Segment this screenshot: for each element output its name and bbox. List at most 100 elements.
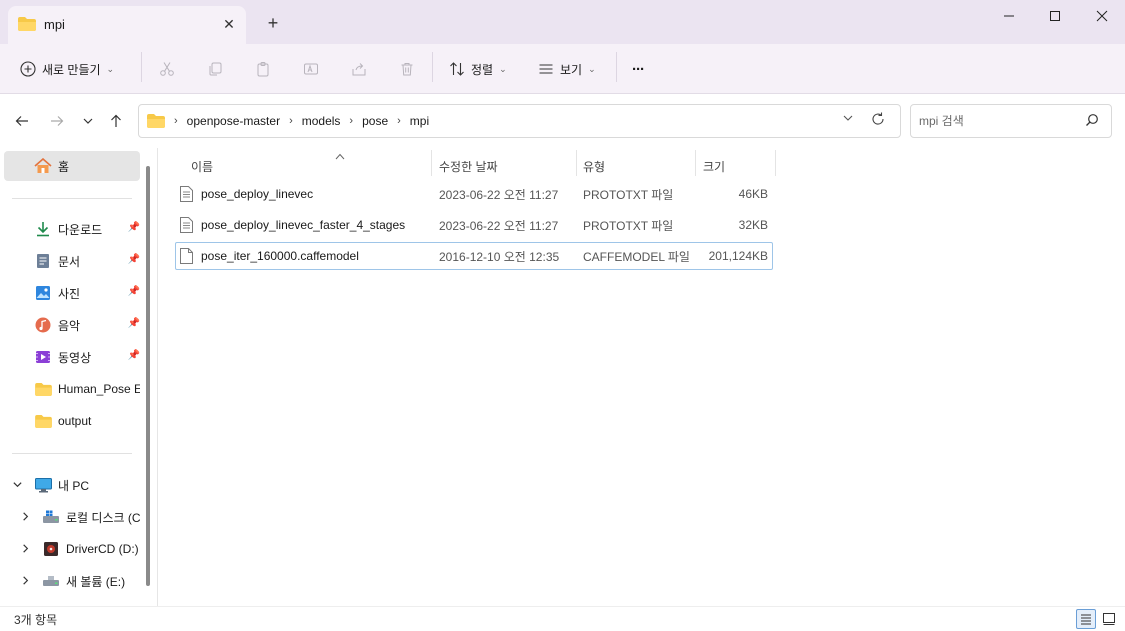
sidebar-item-pictures[interactable]: 사진 📌: [4, 278, 140, 308]
pin-icon[interactable]: 📌: [128, 222, 140, 233]
new-button[interactable]: 새로 만들기 ⌄: [20, 54, 114, 84]
file-row[interactable]: pose_iter_160000.caffemodel 2016-12-10 오…: [175, 242, 773, 270]
text-file-icon: [180, 186, 193, 202]
toolbar-divider: [616, 52, 617, 82]
cd-drive-icon: [42, 540, 60, 558]
sidebar-divider: [12, 453, 132, 454]
file-type: CAFFEMODEL 파일: [583, 249, 690, 264]
sidebar-item-drive-e[interactable]: 새 볼륨 (E:): [4, 566, 140, 596]
forward-button[interactable]: [47, 111, 67, 131]
chevron-down-icon: ⌄: [499, 63, 507, 74]
large-icons-view-button[interactable]: [1099, 609, 1119, 629]
details-view-button[interactable]: [1076, 609, 1096, 629]
arrow-up-icon: [111, 114, 121, 127]
cut-button[interactable]: [156, 58, 178, 80]
navigation-pane: 홈 다운로드 📌 문서 📌 사진 📌 음악 📌 동영상 📌 Human_Pose…: [0, 148, 158, 606]
sidebar-item-music[interactable]: 음악 📌: [4, 310, 140, 340]
share-button[interactable]: [348, 58, 370, 80]
pin-icon[interactable]: 📌: [128, 318, 140, 329]
column-header-size[interactable]: 크기: [703, 152, 773, 180]
file-row[interactable]: pose_deploy_linevec 2023-06-22 오전 11:27 …: [175, 180, 773, 208]
folder-icon: [34, 412, 52, 430]
sidebar-item-drive-c[interactable]: 로컬 디스크 (C: [4, 502, 140, 532]
sidebar-item-label: 음악: [58, 318, 81, 333]
column-header-type[interactable]: 유형: [583, 152, 693, 180]
sidebar-item-documents[interactable]: 문서 📌: [4, 246, 140, 276]
pin-icon[interactable]: 📌: [128, 286, 140, 297]
breadcrumb-mpi[interactable]: mpi: [410, 114, 429, 128]
more-options-button[interactable]: ···: [632, 54, 645, 84]
delete-button[interactable]: [396, 58, 418, 80]
pin-icon[interactable]: 📌: [128, 254, 140, 265]
file-date: 2023-06-22 오전 11:27: [439, 187, 559, 202]
maximize-button[interactable]: [1032, 0, 1078, 32]
refresh-icon: [872, 112, 884, 125]
refresh-button[interactable]: [870, 111, 886, 131]
address-bar[interactable]: › openpose-master › models › pose › mpi: [138, 104, 901, 138]
back-button[interactable]: [12, 111, 32, 131]
file-size: 201,124KB: [708, 249, 768, 263]
tab-close-button[interactable]: ✕: [220, 15, 238, 33]
file-date: 2023-06-22 오전 11:27: [439, 218, 559, 233]
file-type: PROTOTXT 파일: [583, 218, 674, 233]
folder-icon: [147, 114, 165, 128]
minimize-button[interactable]: [986, 0, 1032, 32]
status-bar: 3개 항목: [0, 606, 1125, 631]
file-row[interactable]: pose_deploy_linevec_faster_4_stages 2023…: [175, 211, 773, 239]
column-divider[interactable]: [431, 150, 432, 176]
sort-icon: [450, 62, 464, 76]
pictures-icon: [34, 284, 52, 302]
sidebar-item-downloads[interactable]: 다운로드 📌: [4, 214, 140, 244]
view-label: 보기: [560, 62, 583, 77]
sidebar-item-human-pose[interactable]: Human_Pose Es: [4, 374, 140, 404]
plus-circle-icon: [20, 61, 36, 77]
sidebar-item-label: output: [58, 414, 92, 428]
sidebar-item-label: 문서: [58, 254, 81, 269]
sidebar-item-home[interactable]: 홈: [4, 151, 140, 181]
tab-mpi[interactable]: mpi ✕: [8, 6, 246, 44]
sidebar-item-drive-d[interactable]: DriverCD (D:): [4, 534, 140, 564]
folder-icon: [34, 380, 52, 398]
search-input[interactable]: [919, 112, 1079, 130]
document-icon: [34, 252, 52, 270]
sort-ascending-icon: [335, 152, 345, 162]
tab-title: mpi: [44, 17, 65, 32]
recent-locations-button[interactable]: [78, 111, 98, 131]
file-list: 이름 수정한 날짜 유형 크기 pose_deploy_linevec 2023…: [159, 148, 1125, 606]
paste-button[interactable]: [252, 58, 274, 80]
pin-icon[interactable]: 📌: [128, 350, 140, 361]
breadcrumb-pose[interactable]: pose: [362, 114, 388, 128]
column-header-date[interactable]: 수정한 날짜: [439, 152, 575, 180]
file-name: pose_deploy_linevec_faster_4_stages: [201, 218, 406, 232]
sidebar-item-output[interactable]: output: [4, 406, 140, 436]
new-button-label: 새로 만들기: [42, 62, 101, 77]
search-box[interactable]: [910, 104, 1112, 138]
breadcrumb-openpose-master[interactable]: openpose-master: [187, 114, 280, 128]
sort-button[interactable]: 정렬 ⌄: [449, 54, 507, 84]
folder-icon: [18, 17, 36, 34]
rename-icon: [304, 63, 318, 75]
address-history-button[interactable]: [842, 112, 854, 127]
sidebar-scrollbar[interactable]: [146, 166, 150, 586]
column-divider[interactable]: [576, 150, 577, 176]
download-icon: [34, 220, 52, 238]
computer-icon: [34, 476, 52, 494]
chevron-right-icon: ›: [289, 115, 293, 127]
chevron-right-icon: ›: [397, 115, 401, 127]
sort-label: 정렬: [471, 62, 494, 77]
rename-button[interactable]: [300, 58, 322, 80]
video-icon: [34, 348, 52, 366]
sidebar-item-label: 내 PC: [58, 478, 90, 493]
new-tab-button[interactable]: +: [262, 12, 284, 34]
column-header-name[interactable]: 이름: [191, 152, 431, 180]
breadcrumb-models[interactable]: models: [302, 114, 341, 128]
view-button[interactable]: 보기 ⌄: [538, 54, 596, 84]
sidebar-item-this-pc[interactable]: 내 PC: [4, 470, 140, 500]
up-button[interactable]: [106, 111, 126, 131]
search-icon[interactable]: [1085, 113, 1099, 130]
column-divider[interactable]: [775, 150, 776, 176]
close-window-button[interactable]: [1079, 0, 1125, 32]
sidebar-item-videos[interactable]: 동영상 📌: [4, 342, 140, 372]
column-divider[interactable]: [695, 150, 696, 176]
copy-button[interactable]: [204, 58, 226, 80]
